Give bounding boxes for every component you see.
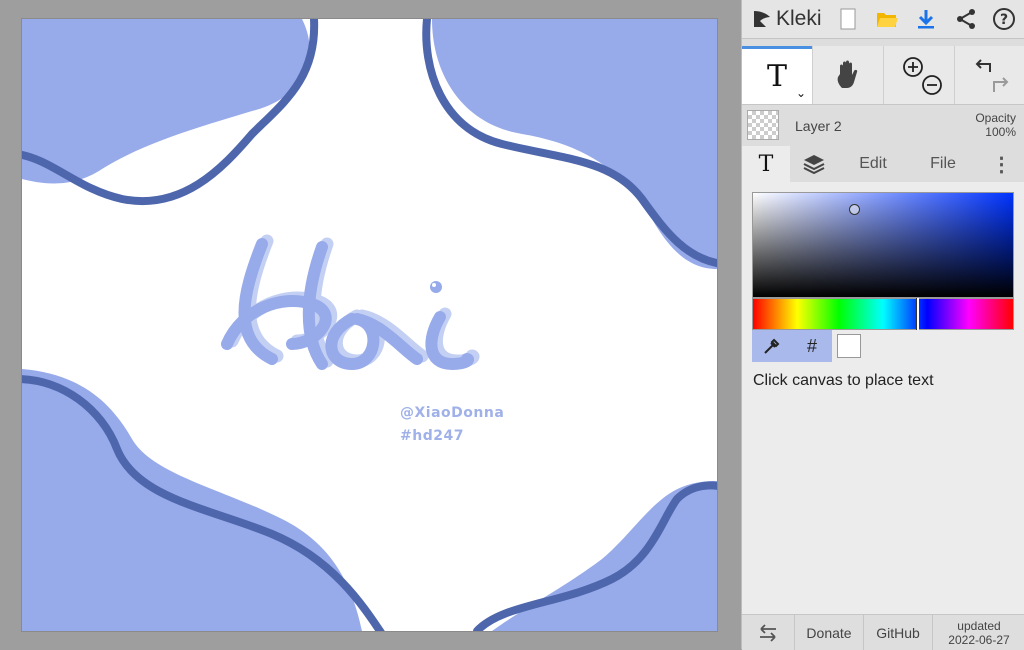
new-file-button[interactable] bbox=[834, 5, 862, 33]
tab-layers[interactable] bbox=[790, 146, 838, 182]
eyedropper-button[interactable] bbox=[752, 330, 792, 362]
zoom-in-icon[interactable] bbox=[903, 57, 923, 77]
hand-icon bbox=[837, 60, 858, 88]
github-link[interactable]: GitHub bbox=[864, 615, 932, 650]
tool-bar: T ⌄ bbox=[742, 46, 1024, 105]
layer-name: Layer 2 bbox=[795, 118, 842, 134]
layer-opacity: Opacity 100% bbox=[975, 111, 1016, 139]
tab-file[interactable]: File bbox=[908, 146, 978, 182]
updated-info[interactable]: updated 2022-06-27 bbox=[933, 615, 1024, 650]
share-icon bbox=[957, 9, 975, 29]
color-tools: # bbox=[752, 330, 832, 362]
panel-tabs: T Edit File ⋮ bbox=[742, 146, 1024, 182]
text-tool-hint: Click canvas to place text bbox=[753, 372, 934, 389]
open-file-button[interactable] bbox=[873, 5, 901, 33]
download-icon bbox=[918, 10, 934, 29]
zoom-buttons bbox=[884, 46, 954, 104]
eyedropper-icon bbox=[764, 338, 780, 354]
text-icon: T bbox=[758, 151, 774, 177]
hoi-lettering bbox=[221, 234, 480, 370]
help-button[interactable]: ? bbox=[990, 5, 1018, 33]
blob-top-right bbox=[432, 19, 717, 269]
canvas-area[interactable]: @XiaoDonna #hd247 bbox=[0, 0, 741, 649]
open-folder-icon bbox=[877, 13, 898, 27]
updated-date: 2022-06-27 bbox=[948, 632, 1010, 647]
history-buttons bbox=[955, 46, 1024, 104]
download-button[interactable] bbox=[912, 5, 940, 33]
drawing-canvas[interactable]: @XiaoDonna #hd247 bbox=[22, 19, 717, 631]
more-icon: ⋮ bbox=[991, 153, 1012, 176]
updated-label: updated bbox=[957, 618, 1001, 633]
kleki-logo-icon bbox=[754, 11, 770, 27]
canvas-tag-text: #hd247 bbox=[400, 428, 464, 444]
more-menu-button[interactable]: ⋮ bbox=[978, 146, 1024, 182]
text-tool-icon: T bbox=[766, 59, 787, 94]
canvas-artwork bbox=[22, 19, 717, 631]
top-toolbar: Kleki ? bbox=[742, 0, 1024, 39]
current-color-swatch[interactable] bbox=[837, 334, 861, 358]
help-icon: ? bbox=[993, 8, 1015, 30]
blob-bottom-left bbox=[22, 369, 362, 631]
canvas-handle-text: @XiaoDonna bbox=[400, 405, 505, 421]
tab-edit[interactable]: Edit bbox=[838, 146, 908, 182]
saturation-value-picker[interactable] bbox=[752, 192, 1014, 298]
text-tool-button[interactable]: T ⌄ bbox=[742, 46, 812, 104]
redo-icon[interactable] bbox=[993, 77, 1009, 92]
share-button[interactable] bbox=[952, 5, 980, 33]
zoom-out-icon[interactable] bbox=[922, 75, 942, 95]
opacity-value: 100% bbox=[985, 125, 1016, 139]
new-file-icon bbox=[840, 8, 856, 30]
svg-text:?: ? bbox=[1000, 12, 1008, 28]
color-panel: # Click canvas to place text bbox=[742, 182, 1024, 614]
color-cursor[interactable] bbox=[849, 204, 860, 215]
tab-text-tool[interactable]: T bbox=[742, 146, 790, 182]
sidebar: Kleki ? T ⌄ Layer 2 Opacity 100% T Edit … bbox=[741, 0, 1024, 650]
layer-thumbnail bbox=[747, 110, 779, 140]
hue-slider-handle[interactable] bbox=[916, 298, 919, 330]
undo-icon[interactable] bbox=[975, 59, 991, 72]
zoom-controls bbox=[903, 57, 942, 95]
active-layer-row[interactable]: Layer 2 Opacity 100% bbox=[742, 105, 1024, 145]
hue-slider[interactable] bbox=[752, 298, 1014, 330]
footer: Donate GitHub updated 2022-06-27 bbox=[742, 614, 1024, 650]
chevron-down-icon[interactable]: ⌄ bbox=[796, 86, 806, 100]
blob-top-left bbox=[22, 19, 310, 184]
swap-arrows-icon bbox=[760, 623, 776, 642]
history-controls bbox=[975, 59, 1009, 92]
app-logo[interactable]: Kleki bbox=[750, 6, 822, 32]
app-name: Kleki bbox=[776, 7, 822, 30]
donate-link[interactable]: Donate bbox=[795, 615, 863, 650]
hex-input-button[interactable]: # bbox=[792, 330, 832, 362]
hand-tool-button[interactable] bbox=[813, 46, 883, 104]
opacity-label: Opacity bbox=[975, 111, 1016, 125]
swap-layout-button[interactable] bbox=[742, 615, 794, 650]
layers-icon bbox=[803, 155, 825, 175]
